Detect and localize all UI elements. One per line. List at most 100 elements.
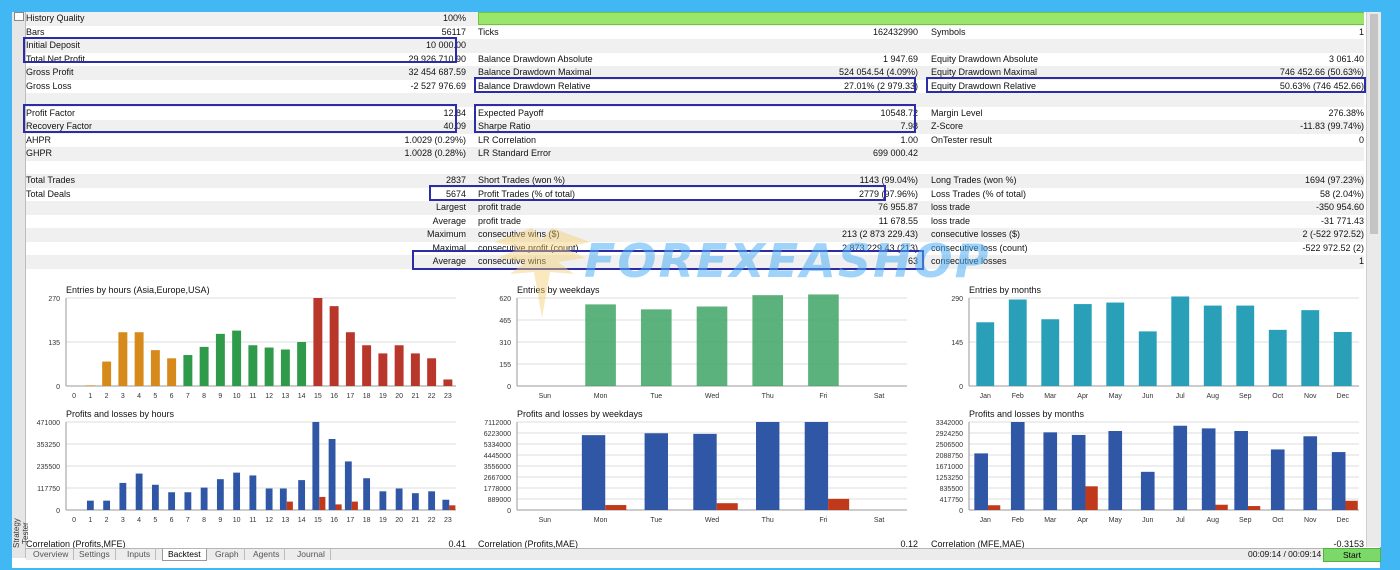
loss-bar — [1215, 504, 1228, 510]
label-col3: Equity Drawdown Absolute — [931, 53, 1039, 64]
chart-entries-by-hours: Entries by hours (Asia,Europe,USA) 0 135 27… — [26, 282, 464, 404]
watermark-text: FOREXEASHOP — [584, 234, 991, 288]
x-tick-label: Jan — [980, 517, 991, 524]
x-tick-label: 12 — [265, 393, 273, 400]
chart-pl-by-weekdays: Profits and losses by weekdays 0 889000 177… — [477, 406, 915, 528]
tester-tabs: 00:09:14 / 00:09:14 Start Overview Settin… — [26, 548, 1381, 562]
bar — [102, 361, 112, 386]
profit-bar — [395, 488, 403, 510]
x-tick-label: Apr — [1077, 517, 1089, 524]
profit-bar — [1140, 471, 1155, 510]
y-tick-label: 0 — [56, 384, 60, 391]
y-tick-label: 0 — [959, 384, 963, 391]
pl-hours-svg: Profits and losses by hours0117750235500… — [37, 409, 456, 524]
value-col2: 7.98 — [900, 121, 918, 131]
y-tick-label: 835500 — [940, 486, 963, 493]
profit-bar — [1173, 425, 1188, 510]
label-col1: Profit Factor — [26, 107, 76, 118]
y-tick-label: 310 — [499, 340, 511, 347]
chart-title: Profits and losses by weekdays — [517, 409, 643, 419]
tab-backtest[interactable]: Backtest — [162, 549, 207, 561]
x-tick-label: 1 — [88, 393, 92, 400]
y-tick-label: 2924250 — [936, 431, 963, 438]
scroll-thumb[interactable] — [1370, 14, 1378, 234]
label-col2: LR Standard Error — [478, 148, 552, 158]
x-tick-label: May — [1109, 517, 1123, 524]
x-tick-label: 23 — [444, 393, 452, 400]
label-col2: Balance Drawdown Maximal — [478, 67, 592, 77]
value-col3: 58 (2.04%) — [1319, 188, 1364, 199]
bar — [232, 330, 242, 386]
x-tick-label: 19 — [379, 393, 387, 400]
bar — [1268, 329, 1287, 386]
loss-bar — [319, 496, 326, 510]
label-col2: Profit Trades (% of total) — [478, 188, 576, 199]
label-col1: Gross Profit — [26, 67, 74, 77]
tab-journal[interactable]: Journal — [292, 549, 331, 560]
x-tick-label: 10 — [233, 393, 241, 400]
y-tick-label: 2088750 — [936, 453, 963, 460]
profit-bar — [379, 491, 387, 510]
profit-bar — [233, 472, 241, 510]
profit-bar — [581, 435, 606, 510]
bar — [410, 353, 420, 386]
label-col1: Recovery Factor — [26, 121, 93, 131]
label-col1: Gross Loss — [26, 80, 72, 91]
profit-bar — [103, 500, 111, 510]
x-tick-label: Aug — [1207, 517, 1220, 524]
entries-hours-svg: Entries by hours (Asia,Europe,USA)013527… — [48, 285, 456, 400]
x-tick-label: Oct — [1272, 393, 1283, 400]
bar — [313, 298, 323, 386]
value-col1: 100% — [442, 13, 466, 23]
profit-bar — [328, 439, 336, 510]
tab-agents[interactable]: Agents — [248, 549, 286, 560]
x-tick-label: 3 — [121, 517, 125, 524]
x-tick-label: 7 — [186, 517, 190, 524]
y-tick-label: 2506500 — [936, 442, 963, 449]
bar — [345, 332, 355, 386]
value-col2: 524 054.54 (4.09%) — [838, 67, 918, 77]
profit-bar — [644, 433, 668, 510]
report-row: Bars 56117 Ticks 162432990 Symbols 1 — [26, 26, 1364, 40]
bar — [183, 355, 193, 386]
bar — [264, 347, 274, 386]
report-row: AHPR 1.0029 (0.29%) LR Correlation 1.00 OnTe… — [26, 134, 1364, 148]
label-col3: Equity Drawdown Maximal — [931, 67, 1038, 77]
label-col3: loss trade — [931, 202, 971, 212]
label-col2: Ticks — [478, 26, 499, 37]
label-col3: Loss Trades (% of total) — [931, 188, 1027, 199]
tab-inputs[interactable]: Inputs — [122, 549, 157, 560]
x-tick-label: 21 — [411, 517, 419, 524]
x-tick-label: 9 — [218, 393, 222, 400]
profit-bar — [1201, 428, 1216, 510]
bar — [280, 349, 290, 386]
label-col1: History Quality — [26, 13, 85, 23]
x-tick-label: Sun — [539, 517, 552, 524]
tab-overview[interactable]: Overview — [28, 549, 75, 560]
profit-bar — [804, 422, 829, 510]
x-tick-label: Jul — [1176, 517, 1185, 524]
x-tick-label: 17 — [346, 393, 354, 400]
start-button[interactable]: Start — [1323, 548, 1381, 562]
profit-bar — [119, 482, 127, 510]
x-tick-label: Tue — [650, 517, 662, 524]
x-tick-label: Aug — [1207, 393, 1220, 400]
y-tick-label: 417750 — [940, 497, 963, 504]
profit-bar — [428, 491, 436, 510]
value-col1: 2837 — [445, 175, 466, 185]
profit-bar — [1108, 431, 1123, 510]
value-col1: 10 000.00 — [425, 40, 466, 50]
y-tick-label: 135 — [48, 340, 60, 347]
value-col1: Largest — [435, 202, 466, 212]
tab-graph[interactable]: Graph — [210, 549, 245, 560]
bar — [150, 350, 160, 386]
collapse-icon[interactable] — [14, 12, 24, 21]
vertical-scrollbar[interactable] — [1366, 12, 1381, 547]
bar — [808, 294, 839, 386]
value-col1: 40.09 — [443, 121, 466, 131]
bar — [362, 345, 372, 386]
y-tick-label: 889000 — [488, 497, 511, 504]
x-tick-label: Dec — [1337, 517, 1350, 524]
profit-bar — [279, 488, 287, 510]
tab-settings[interactable]: Settings — [74, 549, 116, 560]
